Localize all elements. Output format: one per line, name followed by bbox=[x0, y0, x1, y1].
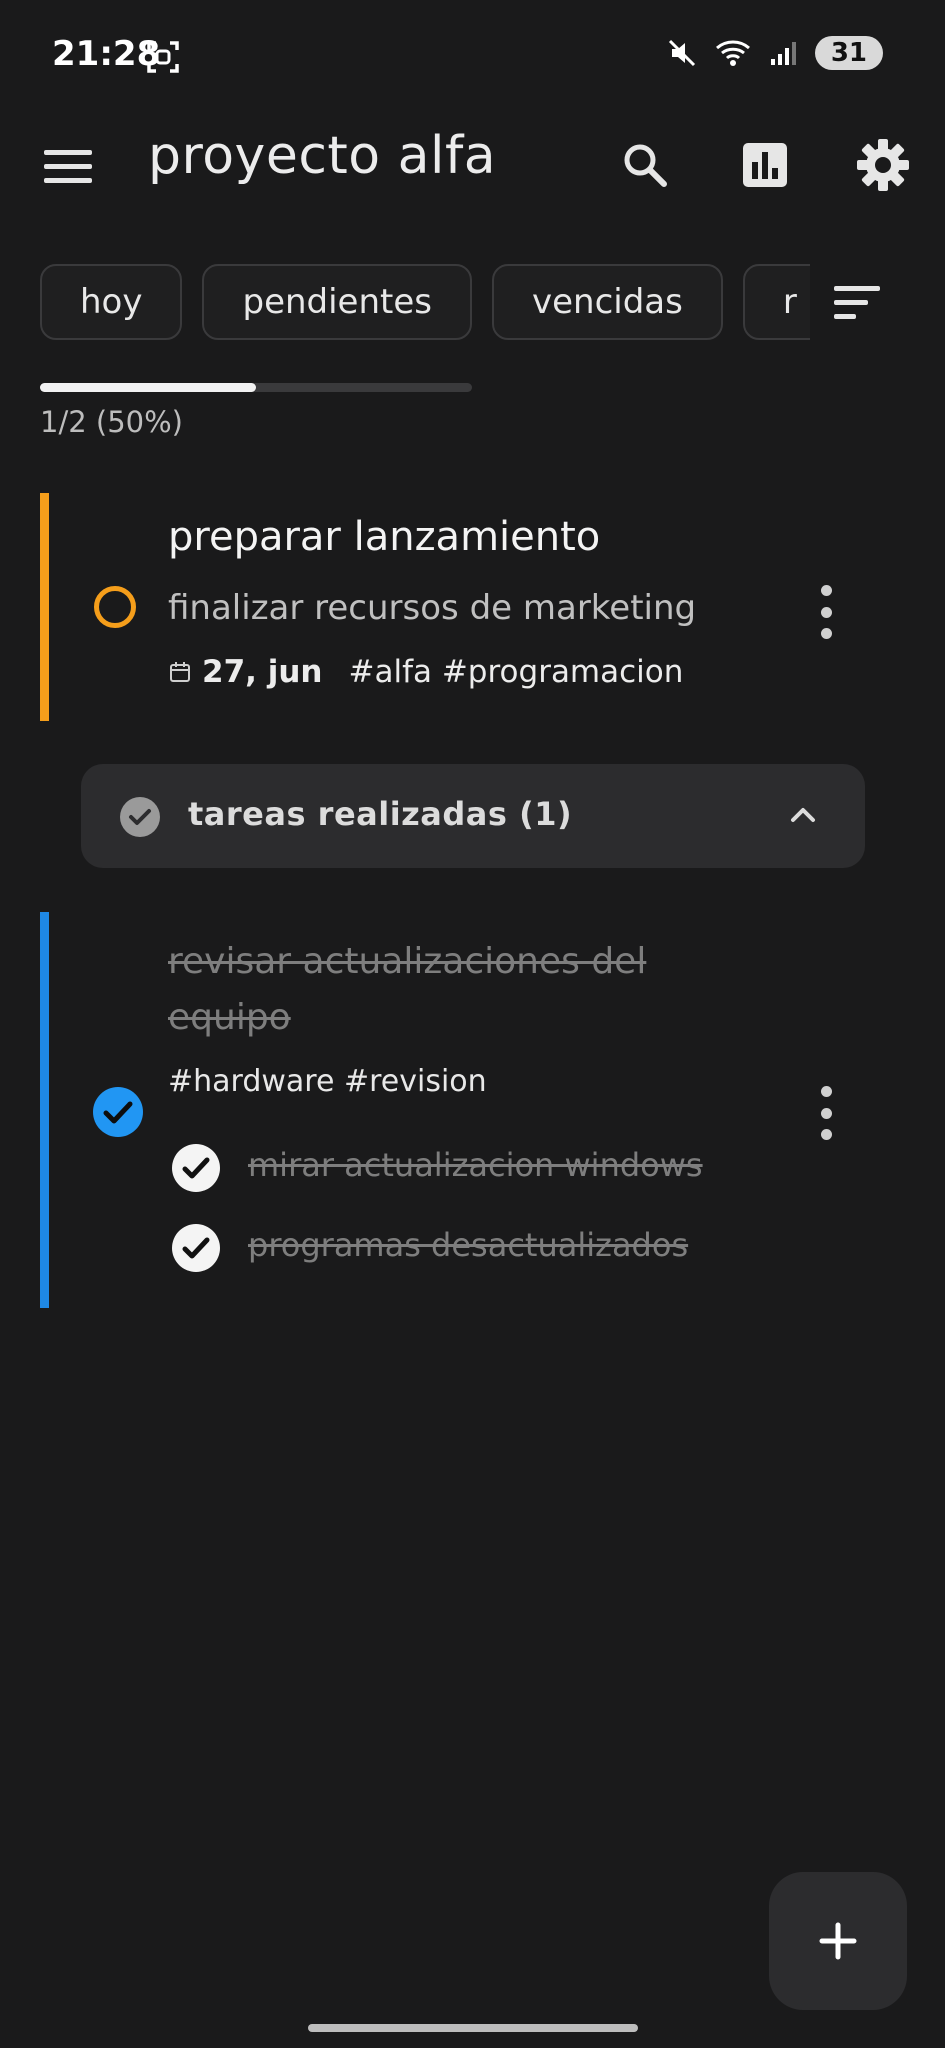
filter-chips: hoy pendientes vencidas r bbox=[40, 264, 810, 344]
sort-icon[interactable] bbox=[834, 286, 880, 322]
signal-icon bbox=[770, 42, 796, 65]
more-options-icon[interactable] bbox=[820, 1086, 832, 1140]
check-circle-icon bbox=[120, 797, 160, 837]
more-options-icon[interactable] bbox=[820, 585, 832, 639]
progress-bar bbox=[40, 383, 472, 392]
subtask-checkbox-checked[interactable] bbox=[172, 1224, 220, 1272]
chip-pendientes[interactable]: pendientes bbox=[202, 264, 472, 340]
wifi-icon bbox=[715, 40, 750, 66]
chevron-up-icon[interactable] bbox=[788, 800, 818, 830]
task-description: finalizar recursos de marketing bbox=[168, 588, 697, 628]
task-meta: 27, jun #alfa #programacion bbox=[168, 654, 683, 690]
task-title[interactable]: preparar lanzamiento bbox=[168, 514, 600, 560]
status-time: 21:28 bbox=[52, 34, 161, 74]
mute-icon bbox=[668, 39, 695, 67]
task-checkbox-empty[interactable] bbox=[94, 586, 136, 628]
task-title-completed[interactable]: revisar actualizaciones del equipo bbox=[168, 934, 728, 1046]
page-title: proyecto alfa bbox=[148, 126, 497, 186]
plus-icon bbox=[819, 1922, 857, 1960]
chip-vencidas[interactable]: vencidas bbox=[492, 264, 723, 340]
task-checkbox-checked[interactable] bbox=[93, 1087, 143, 1137]
subtask-checkbox-checked[interactable] bbox=[172, 1144, 220, 1192]
gear-icon[interactable] bbox=[856, 138, 910, 192]
progress-text: 1/2 (50%) bbox=[40, 405, 183, 439]
menu-icon[interactable] bbox=[44, 150, 92, 184]
task-color-bar-blue bbox=[40, 912, 49, 1308]
stats-icon[interactable] bbox=[740, 140, 790, 190]
calendar-icon bbox=[170, 662, 190, 682]
navigation-handle[interactable] bbox=[308, 2024, 638, 2032]
chip-hoy[interactable]: hoy bbox=[40, 264, 183, 340]
task-date: 27, jun bbox=[202, 654, 323, 690]
task-tags: #alfa #programacion bbox=[348, 654, 684, 690]
completed-section-label: tareas realizadas (1) bbox=[188, 795, 573, 833]
subtask-label: programas desactualizados bbox=[248, 1226, 689, 1264]
task-color-bar-orange bbox=[40, 493, 49, 721]
battery-indicator: 31 bbox=[814, 36, 883, 70]
add-task-button[interactable] bbox=[769, 1872, 907, 2010]
search-icon[interactable] bbox=[620, 140, 670, 190]
chip-partial[interactable]: r bbox=[742, 264, 810, 340]
progress-fill bbox=[40, 383, 256, 392]
task-tags: #hardware #revision bbox=[168, 1064, 487, 1099]
screenshot-icon bbox=[147, 41, 179, 73]
status-icons: 31 bbox=[667, 36, 883, 70]
subtask-label: mirar actualizacion windows bbox=[248, 1146, 703, 1184]
